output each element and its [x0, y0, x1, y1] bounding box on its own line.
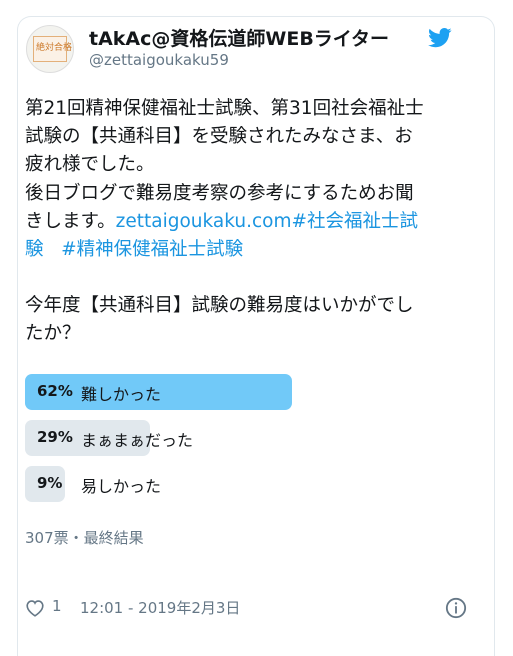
tweet-line: 第21回精神保健福祉士試験、第31回社会福祉士	[25, 98, 424, 119]
tweet-text: 第21回精神保健福祉士試験、第31回社会福祉士 試験の【共通科目】を受験されたみ…	[25, 95, 465, 349]
tweet-line: 試験の【共通科目】を受験されたみなさま、お	[25, 126, 413, 148]
hashtag-social-worker-cont[interactable]: 験	[25, 239, 44, 260]
user-handle[interactable]: @zettaigoukaku59	[89, 51, 229, 69]
timestamp[interactable]: 12:01 - 2019年2月3日	[80, 597, 240, 618]
poll-option-label: 易しかった	[81, 477, 162, 496]
poll-option-percent: 29%	[37, 428, 73, 446]
twitter-bird-icon[interactable]	[428, 27, 452, 49]
tweet-line: 験 #精神保健福祉士試験	[25, 236, 465, 264]
tweet-line: きします。zettaigoukaku.com#社会福祉士試	[25, 208, 465, 236]
tweet-line: 後日ブログで難易度考察の参考にするためお聞	[25, 182, 414, 204]
poll-option-percent: 9%	[37, 474, 63, 492]
hashtag-psychiatric-social-worker[interactable]: #精神保健福祉士試験	[61, 239, 243, 260]
poll-question: たか？	[25, 323, 81, 345]
poll-option-label: まぁまぁだった	[81, 431, 194, 450]
poll-option-percent: 62%	[37, 382, 73, 400]
poll-question: 今年度【共通科目】試験の難易度はいかがでし	[25, 295, 414, 317]
poll-summary: 307票・最終結果	[25, 529, 144, 547]
poll-option-bar: 62% 難しかった	[25, 374, 292, 410]
hashtag-social-worker[interactable]: #社会福祉士試	[292, 211, 419, 232]
heart-icon[interactable]	[25, 599, 45, 617]
tweet-text-segment: きします。	[25, 210, 116, 232]
tweet-line: 疲れ様でした。	[25, 154, 155, 176]
tweet-footer: 1 12:01 - 2019年2月3日	[25, 597, 475, 621]
poll-option-label: 難しかった	[81, 385, 162, 404]
avatar[interactable]: 絶対合格	[26, 25, 74, 73]
info-icon[interactable]	[445, 597, 467, 619]
like-count: 1	[52, 597, 62, 615]
poll-option-bar: 9% 易しかった	[25, 466, 161, 502]
blog-link[interactable]: zettaigoukaku.com	[116, 211, 292, 232]
display-name[interactable]: tAkAc@資格伝道師WEBライター	[89, 24, 389, 51]
avatar-text: 絶対合格	[36, 43, 73, 53]
poll-option-bar: 29% まぁまぁだった	[25, 420, 193, 456]
